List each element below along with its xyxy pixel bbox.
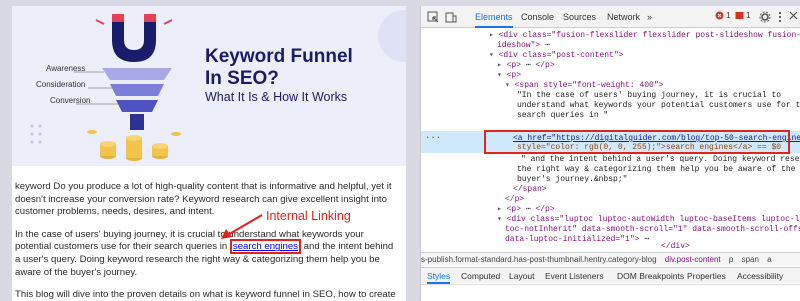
dom-line-text: <div class="post-content"> xyxy=(498,51,624,60)
dom-line-text: </p> xyxy=(505,195,525,204)
dom-line-text: <p> xyxy=(506,61,522,70)
dom-line-text: ideshow"> xyxy=(497,41,541,50)
tab-elements[interactable]: Elements xyxy=(475,6,513,28)
devtools-panel: Elements Console Sources Network » 1 1 ·… xyxy=(420,6,800,301)
dom-line-text: "In the case of users' buying journey, i… xyxy=(517,91,782,100)
dom-line[interactable]: ▾ <span style="font-weight: 400"> xyxy=(421,81,800,91)
dom-line-text: toc-notInherit" data-smooth-scroll="1" d… xyxy=(505,225,800,234)
issues-icon[interactable] xyxy=(735,11,744,20)
dom-line[interactable]: </span> xyxy=(421,185,800,195)
dom-line[interactable]: ▾ <p> xyxy=(421,71,800,81)
hero-title-line1: Keyword Funnel xyxy=(205,46,353,67)
dom-line[interactable]: " and the intent behind a user's query. … xyxy=(421,155,800,165)
dom-line[interactable]: ▾ <div class="post-content"> xyxy=(421,51,800,61)
dom-line-text: <span style="font-weight: 400"> xyxy=(514,81,664,90)
kebab-menu-icon[interactable] xyxy=(777,11,783,23)
funnel-label-consideration: Consideration xyxy=(36,80,86,89)
dom-line-text: <div class="luptoc luptoc-autoWidth lupt… xyxy=(506,215,800,224)
subtab-event-listeners[interactable]: Event Listeners xyxy=(545,268,604,284)
settings-gear-icon[interactable] xyxy=(759,11,771,23)
subtab-properties[interactable]: Properties xyxy=(687,268,726,284)
paragraph-blog-intro: This blog will dive into the proven deta… xyxy=(15,289,396,301)
dom-line[interactable]: buyer's journey.&nbsp;" xyxy=(421,175,800,185)
dom-line-text: <p> xyxy=(506,205,522,214)
dom-line[interactable]: ▸ <p> ⋯ </p> xyxy=(421,61,800,71)
warning-count: 1 xyxy=(746,11,751,20)
paragraph-buyer-journey: In the case of users' buying journey, it… xyxy=(15,229,401,279)
dom-line[interactable]: </p> xyxy=(421,195,800,205)
devtools-toolbar: Elements Console Sources Network » 1 1 xyxy=(421,6,800,28)
dom-line-text: </span> xyxy=(513,185,547,194)
dom-line[interactable]: search queries in " xyxy=(421,111,800,121)
dom-line[interactable]: ideshow"> ⋯ xyxy=(421,41,800,51)
dom-tree: ··· ▸ <div class="fusion-flexslider flex… xyxy=(421,30,800,252)
dom-line[interactable]: ▾ <div class="luptoc luptoc-autoWidth lu… xyxy=(421,215,800,225)
annotation-arrow-icon xyxy=(221,214,263,239)
dom-breadcrumb: s-publish.format-standard.has-post-thumb… xyxy=(421,252,800,266)
funnel-label-awareness: Awareness xyxy=(46,64,86,73)
hero-subtitle: What It Is & How It Works xyxy=(205,90,348,104)
dom-line-text: " and the intent behind a user's query. … xyxy=(521,155,800,164)
dom-line[interactable]: the right way & categorizing them help y… xyxy=(421,165,800,175)
breadcrumb-item[interactable]: span xyxy=(742,255,759,264)
webpage-pane: Awareness Consideration Conversion Keywo… xyxy=(12,6,406,301)
funnel-label-conversion: Conversion xyxy=(50,96,91,105)
breadcrumb-item[interactable]: div.post-content xyxy=(665,255,721,264)
tab-network[interactable]: Network xyxy=(607,6,640,28)
subtab-accessibility[interactable]: Accessibility xyxy=(737,268,783,284)
error-count: 1 xyxy=(726,11,731,20)
article-body: keyword Do you produce a lot of high-qua… xyxy=(15,181,401,301)
dom-line[interactable]: toc-notInherit" data-smooth-scroll="1" d… xyxy=(421,225,800,235)
tab-console[interactable]: Console xyxy=(521,6,554,28)
hero-title: Keyword Funnel In SEO? xyxy=(205,46,353,90)
styles-pane xyxy=(421,284,800,301)
dom-line-text: search queries in " xyxy=(517,111,609,120)
dom-line[interactable]: ▸ <p> ⋯ </p> xyxy=(421,205,800,215)
breadcrumb-item[interactable]: p xyxy=(729,255,733,264)
breadcrumb-item[interactable]: a xyxy=(767,255,771,264)
dom-line-text: buyer's journey.&nbsp;" xyxy=(517,175,628,184)
dom-line-text: the right way & categorizing them help y… xyxy=(517,165,796,174)
dom-line[interactable]: ▸ <div class="fusion-flexslider flexslid… xyxy=(421,31,800,41)
device-toolbar-icon[interactable] xyxy=(445,11,457,23)
subtab-layout[interactable]: Layout xyxy=(509,268,535,284)
screenshot-frame: Awareness Consideration Conversion Keywo… xyxy=(0,0,800,301)
dom-line[interactable]: </div> xyxy=(421,242,800,252)
breadcrumb-item[interactable]: s-publish.format-standard.has-post-thumb… xyxy=(421,255,657,264)
more-tabs-button[interactable]: » xyxy=(647,6,652,28)
dom-line-text: <div class="fusion-flexslider flexslider… xyxy=(498,31,800,40)
tab-sources[interactable]: Sources xyxy=(563,6,596,28)
hero-image: Awareness Consideration Conversion Keywo… xyxy=(12,6,406,166)
dom-line[interactable]: understand what keywords your potential … xyxy=(421,101,800,111)
close-devtools-icon[interactable] xyxy=(789,11,798,20)
hero-title-line2: In SEO? xyxy=(205,68,279,89)
selected-anchor-callout-box xyxy=(484,130,790,154)
styles-subtabs: Styles Computed Layout Event Listeners D… xyxy=(421,267,800,284)
dom-line-text: <p> xyxy=(506,71,522,80)
dom-line-text: understand what keywords your potential … xyxy=(517,101,800,110)
inspect-element-icon[interactable] xyxy=(427,11,439,23)
internal-linking-annotation: Internal Linking xyxy=(266,209,351,223)
dom-line-text: </div> xyxy=(661,242,690,251)
subtab-computed[interactable]: Computed xyxy=(461,268,500,284)
subtab-styles[interactable]: Styles xyxy=(427,268,451,284)
subtab-dom-breakpoints[interactable]: DOM Breakpoints xyxy=(617,268,684,284)
dom-line[interactable]: "In the case of users' buying journey, i… xyxy=(421,91,800,101)
error-icon[interactable] xyxy=(715,11,724,20)
